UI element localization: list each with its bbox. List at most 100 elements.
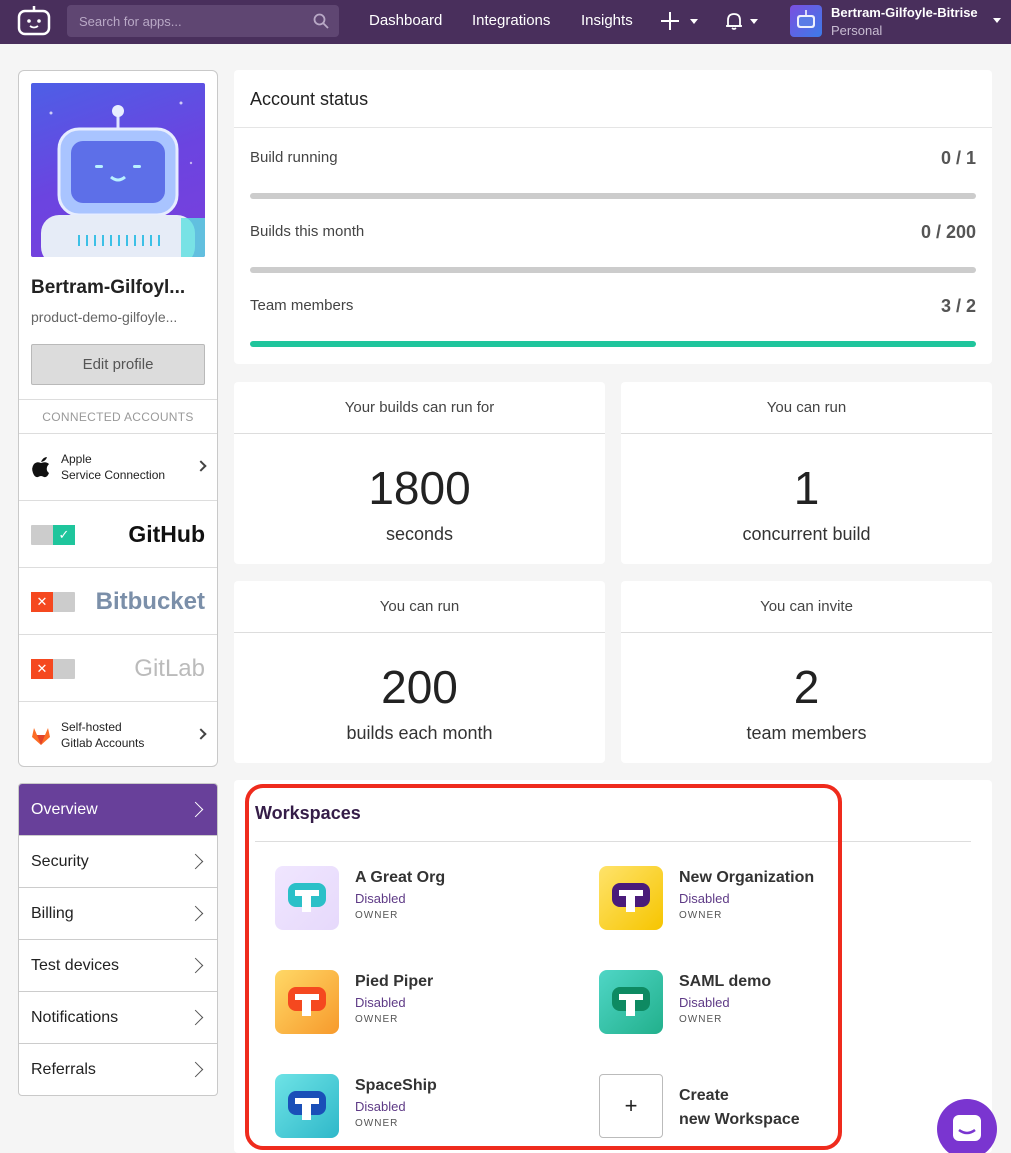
self-hosted-label: Self-hosted Gitlab Accounts [61,719,144,751]
divider [255,841,971,842]
stat-value: 0 / 200 [920,222,976,242]
workspace-role: OWNER [355,1014,399,1025]
workspace-role: OWNER [679,910,723,921]
workspace-status: Disabled [679,995,730,1010]
tile-number: 200 [381,661,458,713]
robot-avatar-icon [797,10,815,28]
nav-insights-link[interactable]: Insights [581,12,633,29]
search-placeholder: Search for apps... [79,13,182,29]
workspaces-title: Workspaces [255,803,361,823]
workspaces-card: Workspaces A Great Org Disabled OWNER Ne… [234,780,992,1153]
edit-profile-button[interactable]: Edit profile [31,344,205,385]
create-line1: Create [679,1087,729,1104]
profile-email: product-demo-gilfoyle... [31,309,178,325]
workspace-role: OWNER [355,1118,399,1129]
menu-item-label: Test devices [31,957,120,974]
stat-label: Build running [250,149,338,166]
close-icon: ✕ [31,592,53,612]
apple-service-connection-row[interactable]: Apple Service Connection [19,433,217,500]
chevron-right-icon [195,460,207,472]
settings-menu: Overview Security Billing Test devices N… [18,783,218,1096]
bitbucket-connection-row: ✕ Bitbucket [19,567,217,634]
bitrise-logo-icon[interactable] [17,6,51,36]
nav-dashboard-link[interactable]: Dashboard [369,12,442,29]
create-line2: new Workspace [679,1111,800,1128]
tile-number: 1 [793,462,820,514]
menu-item-billing[interactable]: Billing [19,888,217,940]
team-members-progress [250,341,976,347]
support-chat-button[interactable] [937,1099,997,1153]
bitbucket-toggle[interactable]: ✕ [31,592,75,612]
chevron-right-icon [187,957,204,974]
self-hosted-line1: Self-hosted [61,720,122,734]
gitlab-label: GitLab [134,655,205,682]
tile-heading: You can run [234,581,605,633]
concurrent-builds-tile: You can run 1 concurrent build [621,382,992,564]
gitlab-fox-icon [32,728,50,745]
github-connection-row: ✓ GitHub [19,500,217,567]
tile-heading: You can run [621,382,992,434]
workspace-spaceship[interactable]: SpaceShip Disabled OWNER [275,1074,535,1140]
workspace-saml-demo[interactable]: SAML demo Disabled OWNER [599,970,859,1036]
tile-number: 2 [793,661,820,713]
close-icon: ✕ [31,659,53,679]
menu-item-label: Notifications [31,1009,119,1026]
workspace-pied-piper[interactable]: Pied Piper Disabled OWNER [275,970,535,1036]
stat-value: 3 / 2 [940,296,976,316]
add-menu-button[interactable] [660,9,699,31]
builds-month-progress [250,267,976,273]
account-name[interactable]: Bertram-Gilfoyle-Bitrise [831,5,978,20]
self-hosted-gitlab-row[interactable]: Self-hosted Gitlab Accounts [19,701,217,768]
stat-value: 0 / 1 [940,148,976,168]
bitbucket-label: Bitbucket [95,588,205,615]
chevron-right-icon [187,853,204,870]
workspace-role: OWNER [679,1014,723,1025]
workspace-logo-icon [599,970,663,1034]
robot-avatar-icon [41,101,205,257]
gitlab-connection-row: ✕ GitLab [19,634,217,701]
plus-icon [661,12,679,31]
apple-label-line2: Service Connection [61,468,166,482]
workspace-status: Disabled [355,891,406,906]
menu-item-test-devices[interactable]: Test devices [19,940,217,992]
tile-heading: Your builds can run for [234,382,605,434]
plus-icon: + [599,1074,663,1138]
menu-item-label: Overview [31,801,98,818]
gitlab-toggle[interactable]: ✕ [31,659,75,679]
chevron-right-icon [187,1061,204,1078]
workspace-logo-icon [275,1074,339,1138]
user-avatar[interactable] [790,5,822,37]
workspace-status: Disabled [679,891,730,906]
workspace-new-organization[interactable]: New Organization Disabled OWNER [599,866,859,932]
workspace-name: Pied Piper [355,973,434,990]
create-workspace-label: Create new Workspace [679,1084,800,1132]
stat-label: Builds this month [250,223,365,240]
menu-item-label: Security [31,853,89,870]
chevron-down-icon[interactable] [993,18,1001,23]
menu-item-overview[interactable]: Overview [19,784,217,836]
stat-label: Team members [250,297,354,314]
chevron-right-icon [195,728,207,740]
connected-accounts-header: CONNECTED ACCOUNTS [19,399,217,433]
progress-fill [250,341,976,347]
notifications-button[interactable] [724,11,759,31]
account-type: Personal [831,23,883,38]
search-input[interactable]: Search for apps... [67,5,339,37]
workspace-a-great-org[interactable]: A Great Org Disabled OWNER [275,866,535,932]
profile-name: Bertram-Gilfoyl... [31,277,186,298]
tile-heading: You can invite [621,581,992,633]
profile-card: Bertram-Gilfoyl... product-demo-gilfoyle… [18,70,218,767]
nav-integrations-link[interactable]: Integrations [472,12,550,29]
workspace-name: SpaceShip [355,1077,437,1094]
menu-item-label: Billing [31,905,74,922]
chevron-right-icon [187,1009,204,1026]
menu-item-notifications[interactable]: Notifications [19,992,217,1044]
apple-connection-label: Apple Service Connection [61,451,165,483]
create-workspace-button[interactable]: + Create new Workspace [599,1074,859,1140]
github-toggle[interactable]: ✓ [31,525,75,545]
menu-item-referrals[interactable]: Referrals [19,1044,217,1095]
workspace-logo-icon [599,866,663,930]
menu-item-security[interactable]: Security [19,836,217,888]
workspace-status: Disabled [355,995,406,1010]
tile-unit: seconds [385,524,454,544]
